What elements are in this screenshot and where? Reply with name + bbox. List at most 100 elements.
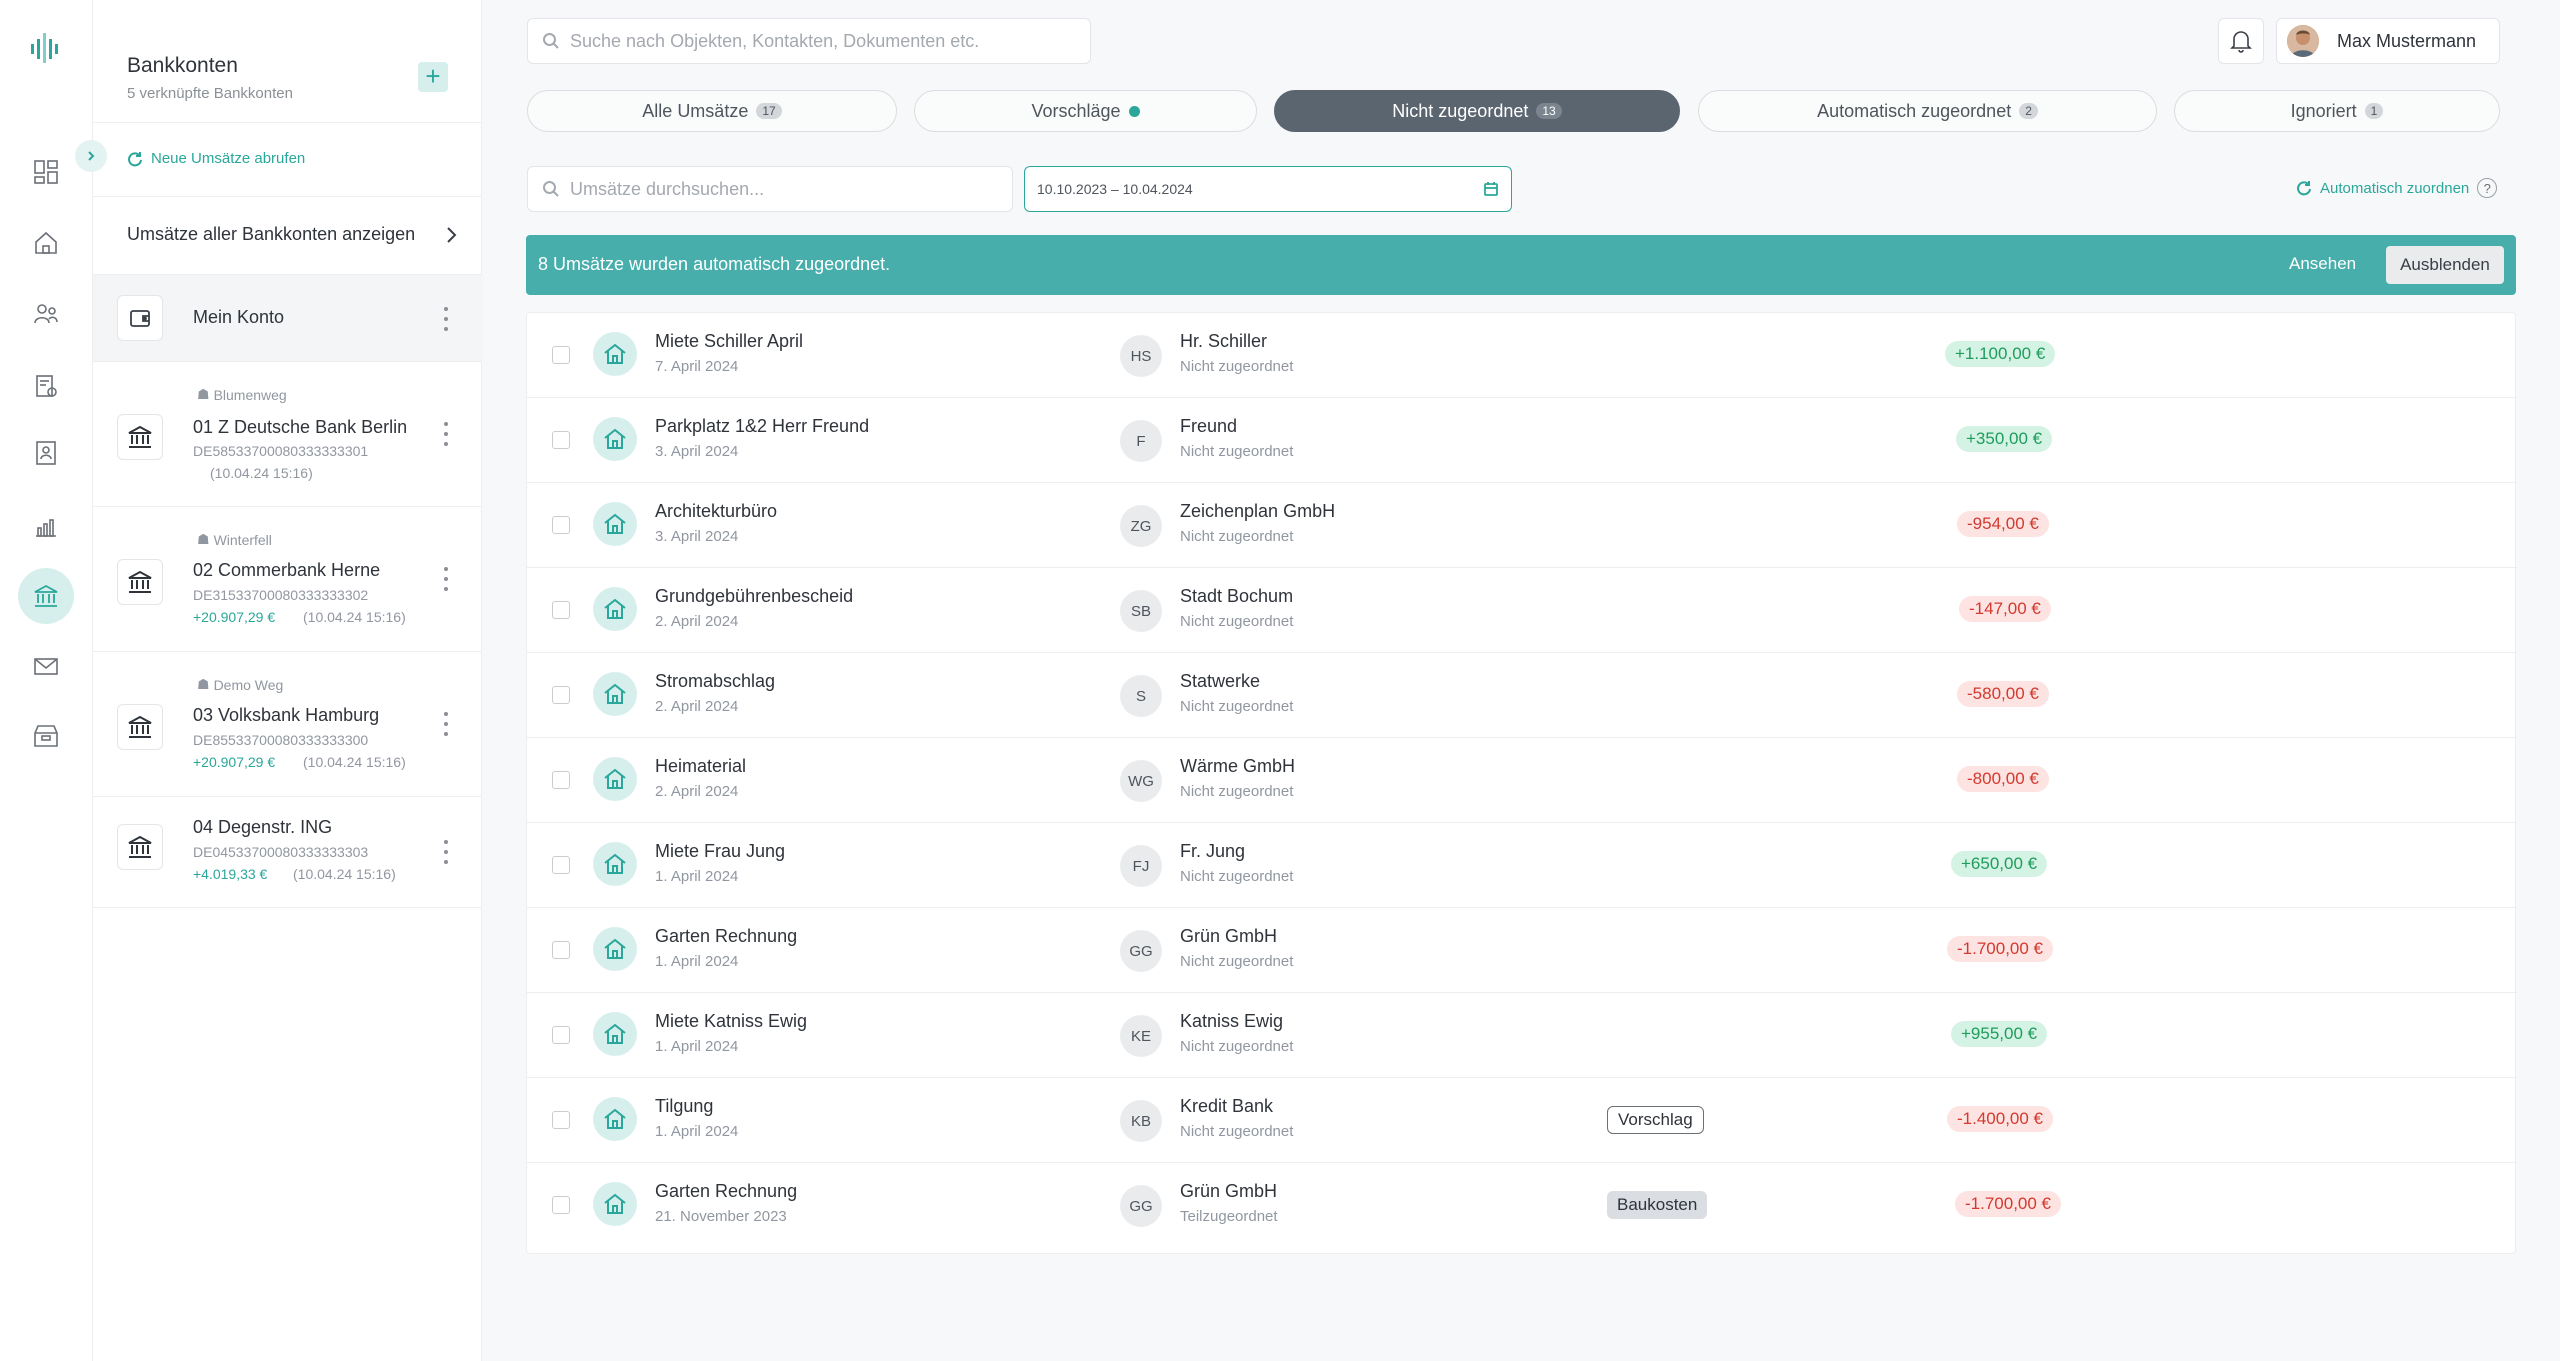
table-row[interactable]: Garten Rechnung 1. April 2024 GG Grün Gm… [527, 908, 2517, 993]
home-icon[interactable] [26, 223, 66, 263]
transaction-search-input[interactable]: Umsätze durchsuchen... [527, 166, 1013, 212]
table-row[interactable]: Grundgebührenbescheid 2. April 2024 SB S… [527, 568, 2517, 653]
refresh-icon [128, 151, 142, 166]
assignment-status: Nicht zugeordnet [1180, 613, 1294, 630]
assignment-status: Nicht zugeordnet [1180, 868, 1294, 885]
tab-vorschlaege[interactable]: Vorschläge [914, 90, 1257, 132]
bank-icon[interactable] [18, 568, 74, 624]
table-row[interactable]: Stromabschlag 2. April 2024 S Statwerke … [527, 653, 2517, 738]
row-checkbox[interactable] [552, 771, 570, 789]
tab-label: Ignoriert [2290, 100, 2357, 121]
assignment-status: Nicht zugeordnet [1180, 1038, 1294, 1055]
row-checkbox[interactable] [552, 516, 570, 534]
property-tag: ☗ Blumenweg [197, 386, 287, 403]
search-icon [543, 181, 559, 197]
collapse-toggle[interactable] [75, 140, 107, 172]
table-row[interactable]: Heimaterial 2. April 2024 WG Wärme GmbH … [527, 738, 2517, 823]
transaction-title: Grundgebührenbescheid [655, 586, 854, 606]
row-checkbox[interactable] [552, 941, 570, 959]
all-accounts-link[interactable]: Umsätze aller Bankkonten anzeigen [127, 224, 457, 245]
table-row[interactable]: Tilgung 1. April 2024 KB Kredit Bank Nic… [527, 1078, 2517, 1163]
amount-badge: -580,00 € [1957, 681, 2049, 707]
account-item[interactable]: ☗ Winterfell 02 Commerbank Herne DE315337… [93, 507, 482, 651]
user-menu[interactable]: Max Mustermann [2276, 18, 2500, 64]
logo-icon[interactable] [28, 30, 64, 66]
transaction-date: 1. April 2024 [655, 953, 739, 970]
notifications-button[interactable] [2218, 18, 2264, 64]
assignment-status: Teilzugeordnet [1180, 1208, 1278, 1225]
transaction-title: Miete Schiller April [655, 331, 804, 351]
account-item[interactable]: ☗ Blumenweg 01 Z Deutsche Bank Berlin DE5… [93, 362, 482, 506]
table-row[interactable]: Miete Frau Jung 1. April 2024 FJ Fr. Jun… [527, 823, 2517, 908]
tenant-icon[interactable] [26, 433, 66, 473]
contact-avatar: HS [1120, 335, 1162, 377]
bell-icon [2230, 31, 2252, 53]
suggestion-chip[interactable]: Vorschlag [1607, 1106, 1704, 1134]
row-checkbox[interactable] [552, 346, 570, 364]
kebab-icon[interactable] [441, 712, 451, 736]
amount-badge: -1.400,00 € [1947, 1106, 2054, 1132]
tab-ignoriert[interactable]: Ignoriert 1 [2174, 90, 2500, 132]
transaction-title: Garten Rechnung [655, 926, 798, 946]
calendar-icon [1484, 182, 1498, 196]
mail-icon[interactable] [26, 646, 66, 686]
house-icon [593, 417, 637, 461]
kebab-icon[interactable] [441, 307, 451, 331]
help-icon[interactable]: ? [2477, 178, 2498, 198]
table-row[interactable]: Parkplatz 1&2 Herr Freund 3. April 2024 … [527, 398, 2517, 483]
date-range-picker[interactable]: 10.10.2023 – 10.04.2024 [1024, 166, 1512, 212]
tab-alle-umsaetze[interactable]: Alle Umsätze 17 [527, 90, 897, 132]
transaction-date: 3. April 2024 [655, 443, 739, 460]
account-name: 02 Commerbank Herne [193, 560, 381, 580]
table-row[interactable]: Garten Rechnung 21. November 2023 GG Grü… [527, 1163, 2517, 1248]
kebab-icon[interactable] [441, 567, 451, 591]
chart-icon[interactable] [26, 506, 66, 546]
row-checkbox[interactable] [552, 601, 570, 619]
row-checkbox[interactable] [552, 1196, 570, 1214]
contact-name: Stadt Bochum [1180, 586, 1294, 606]
divider [93, 196, 482, 197]
table-row[interactable]: Miete Katniss Ewig 1. April 2024 KE Katn… [527, 993, 2517, 1078]
tab-label: Vorschläge [1031, 100, 1121, 121]
contact-avatar: GG [1120, 930, 1162, 972]
account-item[interactable]: 04 Degenstr. ING DE04533700080333333303 … [93, 797, 482, 907]
account-item[interactable]: ☗ Demo Weg 03 Volksbank Hamburg DE8553370… [93, 652, 482, 796]
account-iban: DE04533700080333333303 [193, 844, 369, 860]
contacts-icon[interactable] [26, 294, 66, 334]
row-checkbox[interactable] [552, 686, 570, 704]
transactions-table: Miete Schiller April 7. April 2024 HS Hr… [526, 312, 2517, 1254]
row-checkbox[interactable] [552, 856, 570, 874]
row-checkbox[interactable] [552, 431, 570, 449]
contact-name: Fr. Jung [1180, 841, 1246, 861]
global-search-input[interactable]: Suche nach Objekten, Kontakten, Dokument… [527, 18, 1091, 64]
kebab-icon[interactable] [441, 422, 451, 446]
fetch-transactions-link[interactable]: Neue Umsätze abrufen [127, 150, 305, 167]
kebab-icon[interactable] [441, 840, 451, 864]
table-row[interactable]: Miete Schiller April 7. April 2024 HS Hr… [527, 313, 2517, 398]
account-name: 01 Z Deutsche Bank Berlin [193, 417, 408, 437]
table-row[interactable]: Architekturbüro 3. April 2024 ZG Zeichen… [527, 483, 2517, 568]
category-chip[interactable]: Baukosten [1607, 1191, 1708, 1219]
hide-button[interactable]: Ausblenden [2386, 246, 2504, 284]
contact-name: Katniss Ewig [1180, 1011, 1284, 1031]
transaction-date: 2. April 2024 [655, 698, 739, 715]
house-icon [593, 587, 637, 631]
account-balance: +4.019,33 € [193, 866, 268, 882]
amount-badge: -147,00 € [1959, 596, 2051, 622]
view-button[interactable]: Ansehen [2289, 254, 2356, 274]
tab-automatisch-zugeordnet[interactable]: Automatisch zugeordnet 2 [1698, 90, 2157, 132]
dashboard-icon[interactable] [26, 152, 66, 192]
archive-icon[interactable] [26, 716, 66, 756]
tab-nicht-zugeordnet[interactable]: Nicht zugeordnet 13 [1274, 90, 1680, 132]
account-item-mein-konto[interactable]: Mein Konto [93, 275, 482, 361]
add-account-button[interactable]: + [418, 62, 448, 92]
panel-subtitle: 5 verknüpfte Bankkonten [127, 85, 293, 102]
contact-avatar: SB [1120, 590, 1162, 632]
documents-icon[interactable] [26, 366, 66, 406]
nav-rail [0, 0, 93, 1361]
user-name: Max Mustermann [2337, 30, 2477, 51]
account-balance: +20.907,29 € [193, 609, 276, 625]
row-checkbox[interactable] [552, 1026, 570, 1044]
row-checkbox[interactable] [552, 1111, 570, 1129]
auto-assign-link[interactable]: Automatisch zuordnen ? [2296, 178, 2498, 198]
